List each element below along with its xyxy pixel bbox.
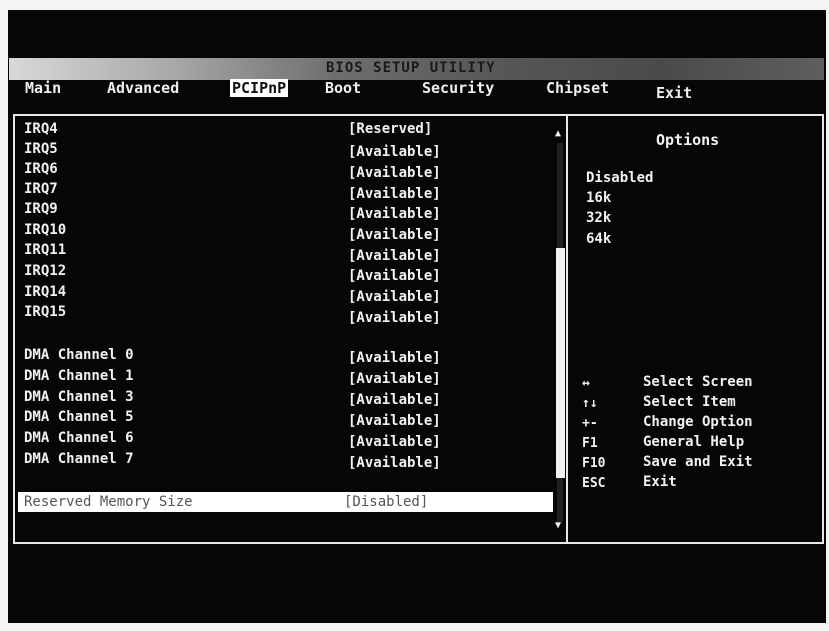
setting-label-dma6[interactable]: DMA Channel 6	[24, 430, 134, 446]
setting-value-dma0[interactable]: [Available]	[348, 350, 441, 366]
setting-label-dma3[interactable]: DMA Channel 3	[24, 389, 134, 405]
help-desc-save-exit: Save and Exit	[643, 454, 753, 470]
option-64k[interactable]: 64k	[586, 231, 611, 247]
setting-value-irq11[interactable]: [Available]	[348, 248, 441, 264]
setting-value-dma1[interactable]: [Available]	[348, 371, 441, 387]
setting-label-irq9[interactable]: IRQ9	[24, 201, 58, 217]
setting-label-irq12[interactable]: IRQ12	[24, 263, 66, 279]
tab-exit[interactable]: Exit	[656, 84, 692, 102]
tab-pcipnp[interactable]: PCIPnP	[230, 79, 289, 97]
tab-chipset[interactable]: Chipset	[546, 79, 609, 97]
setting-value-irq10[interactable]: [Available]	[348, 227, 441, 243]
setting-value-dma3[interactable]: [Available]	[348, 392, 441, 408]
setting-label-irq14[interactable]: IRQ14	[24, 284, 66, 300]
help-key-exit: ESC	[582, 476, 606, 491]
setting-label-irq4[interactable]: IRQ4	[24, 121, 58, 137]
selected-setting-value: [Disabled]	[344, 494, 429, 510]
selected-setting-label: Reserved Memory Size	[24, 494, 193, 510]
tab-advanced[interactable]: Advanced	[107, 79, 179, 97]
help-key-general-help: F1	[582, 436, 598, 451]
help-desc-select-screen: Select Screen	[643, 374, 753, 390]
help-key-save-exit: F10	[582, 456, 606, 471]
setting-label-irq15[interactable]: IRQ15	[24, 304, 66, 320]
setting-label-dma7[interactable]: DMA Channel 7	[24, 451, 134, 467]
setting-label-dma0[interactable]: DMA Channel 0	[24, 347, 134, 363]
setting-value-irq4[interactable]: [Reserved]	[348, 121, 432, 137]
help-key-select-screen: ↔	[582, 376, 590, 391]
setting-value-dma5[interactable]: [Available]	[348, 413, 441, 429]
setting-label-irq7[interactable]: IRQ7	[24, 181, 58, 197]
setting-value-dma7[interactable]: [Available]	[348, 455, 441, 471]
help-key-select-item: ↑↓	[582, 396, 598, 411]
help-desc-change-option: Change Option	[643, 414, 753, 430]
tab-main[interactable]: Main	[25, 79, 61, 97]
options-title: Options	[656, 131, 720, 149]
tab-security[interactable]: Security	[422, 79, 494, 97]
scroll-down-arrow-icon[interactable]: ▼	[555, 520, 561, 531]
option-disabled[interactable]: Disabled	[586, 170, 653, 186]
setting-value-irq12[interactable]: [Available]	[348, 268, 441, 284]
tab-boot[interactable]: Boot	[325, 79, 361, 97]
setting-label-irq6[interactable]: IRQ6	[24, 161, 58, 177]
selected-setting-row[interactable]: Reserved Memory Size [Disabled]	[18, 492, 553, 512]
setting-value-irq7[interactable]: [Available]	[348, 186, 441, 202]
setting-label-irq5[interactable]: IRQ5	[24, 141, 58, 157]
setting-value-irq14[interactable]: [Available]	[348, 289, 441, 305]
help-desc-exit: Exit	[643, 474, 677, 490]
help-desc-select-item: Select Item	[643, 394, 736, 410]
scrollbar-thumb[interactable]	[556, 248, 565, 478]
setting-value-dma6[interactable]: [Available]	[348, 434, 441, 450]
bios-title: BIOS SETUP UTILITY	[326, 60, 496, 76]
setting-value-irq15[interactable]: [Available]	[348, 310, 441, 326]
setting-label-dma5[interactable]: DMA Channel 5	[24, 409, 134, 425]
setting-value-irq9[interactable]: [Available]	[348, 206, 441, 222]
setting-label-dma1[interactable]: DMA Channel 1	[24, 368, 134, 384]
help-key-change-option: +-	[582, 416, 598, 431]
setting-value-irq5[interactable]: [Available]	[348, 144, 441, 160]
settings-panel	[13, 114, 566, 544]
setting-label-irq11[interactable]: IRQ11	[24, 242, 66, 258]
setting-label-irq10[interactable]: IRQ10	[24, 222, 66, 238]
scroll-up-arrow-icon[interactable]: ▲	[555, 128, 561, 139]
help-desc-general-help: General Help	[643, 434, 745, 450]
setting-value-irq6[interactable]: [Available]	[348, 165, 441, 181]
option-32k[interactable]: 32k	[586, 210, 611, 226]
option-16k[interactable]: 16k	[586, 190, 611, 206]
